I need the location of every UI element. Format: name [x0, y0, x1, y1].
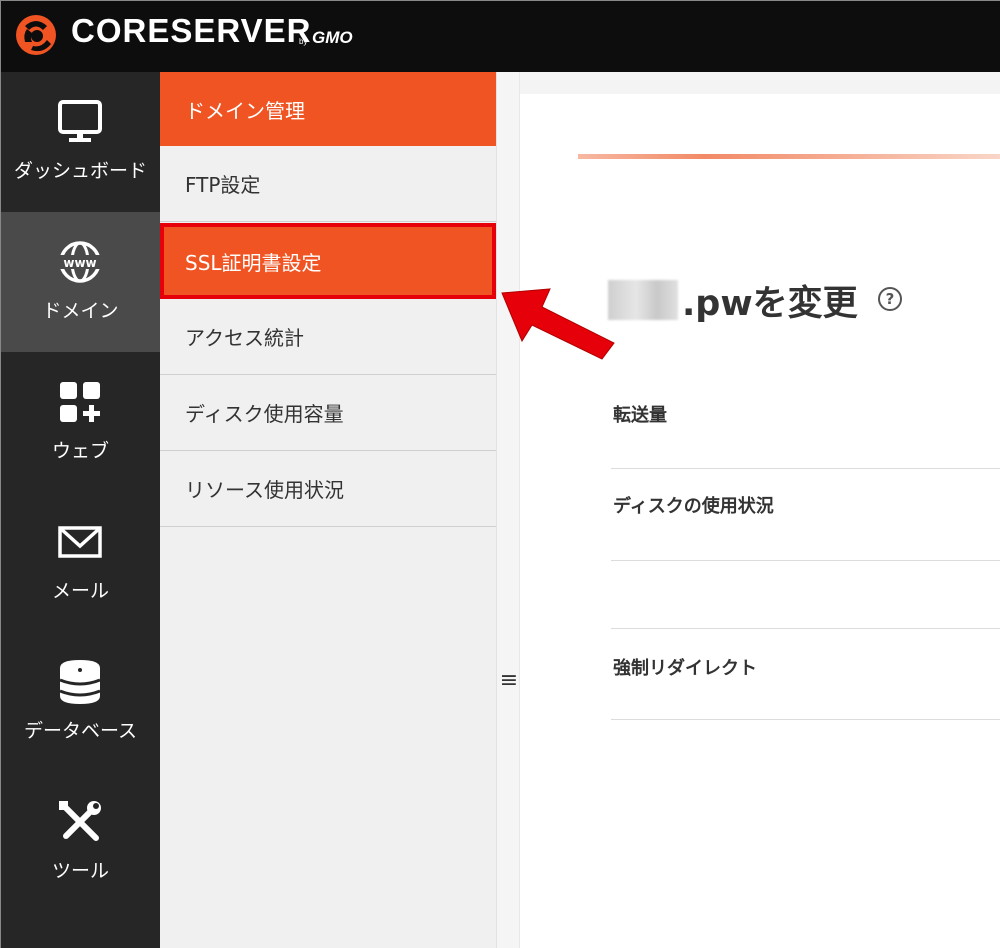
submenu-item-access-stats[interactable]: アクセス統計	[160, 299, 496, 375]
help-icon[interactable]: ?	[878, 287, 902, 311]
apps-plus-icon	[60, 382, 100, 422]
tools-icon	[59, 801, 101, 841]
sidebar-item-label: ダッシュボード	[13, 160, 147, 182]
main-content: .pwを変更 ? 転送量 ディスクの使用状況 強制リダイレクト	[520, 72, 1000, 948]
panel-divider: ≡	[496, 72, 520, 948]
page-title: .pwを変更	[682, 283, 858, 324]
envelope-icon	[58, 526, 102, 558]
page-title-row: .pwを変更	[608, 272, 858, 328]
submenu-item-disk-usage[interactable]: ディスク使用容量	[160, 375, 496, 451]
brand-by: by	[299, 37, 308, 46]
sidebar-item-database[interactable]: データベース	[1, 632, 160, 772]
row-label-disk-usage: ディスクの使用状況	[613, 496, 774, 517]
red-pointer-arrow-icon	[501, 288, 615, 360]
sidebar-item-label: ドメイン	[42, 300, 119, 322]
sidebar-item-label: メール	[51, 580, 109, 602]
row-divider	[611, 628, 1000, 629]
menu-toggle-icon[interactable]: ≡	[497, 668, 521, 693]
brand-gmo: GMO	[312, 28, 353, 47]
row-label-forced-redirect: 強制リダイレクト	[613, 658, 757, 679]
domain-submenu: ドメイン管理 FTP設定 SSL証明書設定 アクセス統計 ディスク使用容量 リソ…	[160, 72, 496, 948]
submenu-item-ssl-settings[interactable]: SSL証明書設定	[160, 223, 496, 299]
submenu-item-domain-management[interactable]: ドメイン管理	[160, 72, 496, 146]
row-divider	[611, 719, 1000, 720]
row-label-transfer: 転送量	[613, 405, 667, 426]
monitor-icon	[58, 100, 102, 142]
sidebar-item-tools[interactable]: ツール	[1, 772, 160, 912]
database-icon	[59, 660, 101, 704]
sidebar-item-web[interactable]: ウェブ	[1, 352, 160, 492]
sidebar-item-label: データベース	[23, 720, 138, 742]
top-header: CORESERVER by GMO	[1, 1, 1000, 72]
www-globe-icon: www	[58, 241, 102, 283]
sidebar-item-dashboard[interactable]: ダッシュボード	[1, 72, 160, 212]
sidebar-item-mail[interactable]: メール	[1, 492, 160, 632]
accent-gradient-bar	[578, 154, 1000, 159]
sidebar-item-domain[interactable]: www ドメイン	[1, 212, 160, 352]
sidebar-item-label: ウェブ	[51, 440, 109, 462]
svg-text:www: www	[63, 256, 96, 270]
submenu-item-ftp-settings[interactable]: FTP設定	[160, 146, 496, 222]
sidebar-item-label: ツール	[51, 860, 109, 882]
top-strip	[520, 72, 1000, 94]
row-divider	[611, 560, 1000, 561]
brand-name: CORESERVER	[71, 12, 312, 49]
coreserver-logo-icon	[16, 15, 56, 55]
icon-sidebar: ダッシュボード www ドメイン ウェブ メール データベース ツール	[1, 72, 160, 948]
row-divider	[611, 468, 1000, 469]
submenu-item-resource-usage[interactable]: リソース使用状況	[160, 451, 496, 527]
